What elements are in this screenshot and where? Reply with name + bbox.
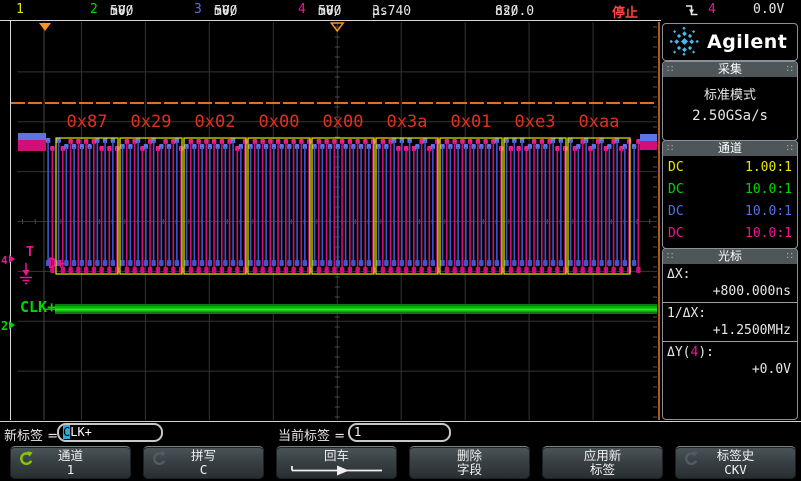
dx-label: ΔX:	[667, 266, 793, 283]
rotate-knob-icon	[151, 451, 166, 466]
new-label-caption: 新标签 =	[4, 425, 58, 444]
enter-arrow-icon	[287, 464, 387, 476]
svg-text:0xe3: 0xe3	[515, 112, 556, 132]
grip-icon: ∷	[787, 249, 793, 264]
rotate-knob-icon	[18, 451, 33, 466]
label-edit-bar: 新标签 = CLK+ 当前标签 = 1	[0, 421, 801, 444]
softkey-spell[interactable]: 拼写 C	[143, 446, 264, 479]
ch2-probe: 10.0:1	[745, 178, 792, 200]
svg-text:0x01: 0x01	[451, 112, 492, 132]
acquisition-title: 采集	[718, 62, 742, 77]
cursors-panel: ∷ 光标 ∷ ΔX: +800.000ns 1/ΔX: +1.2500MHz Δ…	[662, 248, 798, 420]
svg-text:0x02: 0x02	[195, 112, 236, 132]
ch4-number: 4	[298, 2, 306, 17]
acquisition-header: ∷ 采集 ∷	[663, 62, 797, 77]
svg-text:0x00: 0x00	[323, 112, 364, 132]
acquisition-panel: ∷ 采集 ∷ 标准模式 2.50GSa/s	[662, 61, 798, 141]
channel-row-2: DC 10.0:1	[663, 178, 797, 200]
new-label-input[interactable]: CLK+	[57, 423, 163, 442]
svg-text:0x00: 0x00	[259, 112, 300, 132]
softkey-delete-field[interactable]: 删除 字段	[409, 446, 530, 479]
softkey-channel[interactable]: 通道 1	[10, 446, 131, 479]
softkey-delete-value: 字段	[409, 463, 530, 477]
ch2-number: 2	[90, 2, 98, 17]
waveform-display: 0x87 0x29 0x02 0x00 0x00 0x3a 0x01 0xe3 0xaa T 4 D+…	[0, 20, 661, 422]
softkey-apply-label[interactable]: 应用新 标签	[542, 446, 663, 479]
divider	[663, 302, 797, 303]
svg-text:D+: D+	[48, 256, 65, 272]
trigger-edge-icon	[685, 2, 699, 22]
inv-dx-value: +1.2500MHz	[667, 322, 793, 339]
softkey-label-history[interactable]: 标签史 CKV	[675, 446, 796, 479]
svg-text:T: T	[26, 245, 34, 260]
agilent-logo-icon	[667, 26, 701, 58]
ch1-probe: 1.00:1	[745, 156, 792, 178]
acquisition-mode: 标准模式	[663, 84, 797, 103]
channel-row-4: DC 10.0:1	[663, 222, 797, 244]
inv-dx-label: 1/ΔX:	[667, 305, 793, 322]
run-status: 停止	[612, 2, 638, 21]
softkey-apply-label-bottom: 标签	[542, 463, 663, 477]
divider	[663, 341, 797, 342]
grip-icon: ∷	[667, 62, 673, 77]
info-sidebar: Agilent ∷ 采集 ∷ 标准模式 2.50GSa/s ∷ 通道 ∷ DC …	[661, 21, 801, 421]
svg-text:0x29: 0x29	[131, 112, 172, 132]
channels-header: ∷ 通道 ∷	[663, 141, 797, 156]
softkey-apply-label-top: 应用新	[542, 449, 663, 463]
clk-waveform	[44, 304, 657, 314]
ch4-probe: 10.0:1	[745, 222, 792, 244]
time-markers	[11, 23, 657, 103]
ch3-probe: 10.0:1	[745, 200, 792, 222]
grip-icon: ∷	[787, 62, 793, 77]
ch4-coupling: DC	[668, 222, 684, 244]
ch1-coupling: DC	[668, 156, 684, 178]
grip-icon: ∷	[787, 141, 793, 156]
channels-title: 通道	[718, 141, 742, 156]
trigger-source: 4	[708, 2, 716, 17]
cursors-title: 光标	[718, 249, 742, 264]
channel-row-1: DC 1.00:1	[663, 156, 797, 178]
dplus-waveform	[18, 133, 657, 273]
brand-name: Agilent	[707, 31, 787, 53]
ch2-coupling: DC	[668, 178, 684, 200]
svg-text:4: 4	[1, 254, 8, 267]
dy-value: +0.0V	[667, 361, 793, 378]
grip-icon: ∷	[667, 249, 673, 264]
dy-label: ΔY(4):	[667, 344, 793, 361]
ch3-coupling: DC	[668, 200, 684, 222]
softkey-delete-label: 删除	[409, 449, 530, 463]
ch3-number: 3	[194, 2, 202, 17]
svg-text:0x87: 0x87	[67, 112, 108, 132]
current-label-input[interactable]: 1	[348, 423, 451, 442]
current-label-caption: 当前标签 =	[278, 425, 345, 444]
brand-panel: Agilent	[662, 23, 798, 61]
sample-rate: 2.50GSa/s	[663, 108, 797, 124]
softkey-bar: 通道 1 拼写 C 回车 删除 字段	[0, 443, 801, 481]
cursors-header: ∷ 光标 ∷	[663, 249, 797, 264]
svg-text:0xaa: 0xaa	[579, 112, 620, 132]
ch1-number: 1	[16, 2, 24, 17]
channels-panel: ∷ 通道 ∷ DC 1.00:1 DC 10.0:1 DC 10.0:1 DC …	[662, 140, 798, 249]
svg-text:0x3a: 0x3a	[387, 112, 428, 132]
dx-value: +800.000ns	[667, 283, 793, 300]
trigger-level: 0.0V	[753, 2, 784, 17]
softkey-enter-value	[276, 463, 397, 479]
svg-text:2: 2	[1, 319, 8, 333]
softkey-enter[interactable]: 回车	[276, 446, 397, 479]
channel-row-3: DC 10.0:1	[663, 200, 797, 222]
waveform-svg: 0x87 0x29 0x02 0x00 0x00 0x3a 0x01 0xe3 0xaa T 4 D+…	[0, 21, 661, 421]
oscilloscope-screen: 1 2 500mV/ 3 500mV/ 4 500mV/ 3.740μs 820…	[0, 0, 801, 481]
status-bar: 1 2 500mV/ 3 500mV/ 4 500mV/ 3.740μs 820…	[0, 0, 801, 20]
rotate-knob-icon	[683, 451, 698, 466]
grip-icon: ∷	[667, 141, 673, 156]
svg-text:CLK+: CLK+	[20, 298, 56, 316]
softkey-enter-label: 回车	[276, 449, 397, 463]
